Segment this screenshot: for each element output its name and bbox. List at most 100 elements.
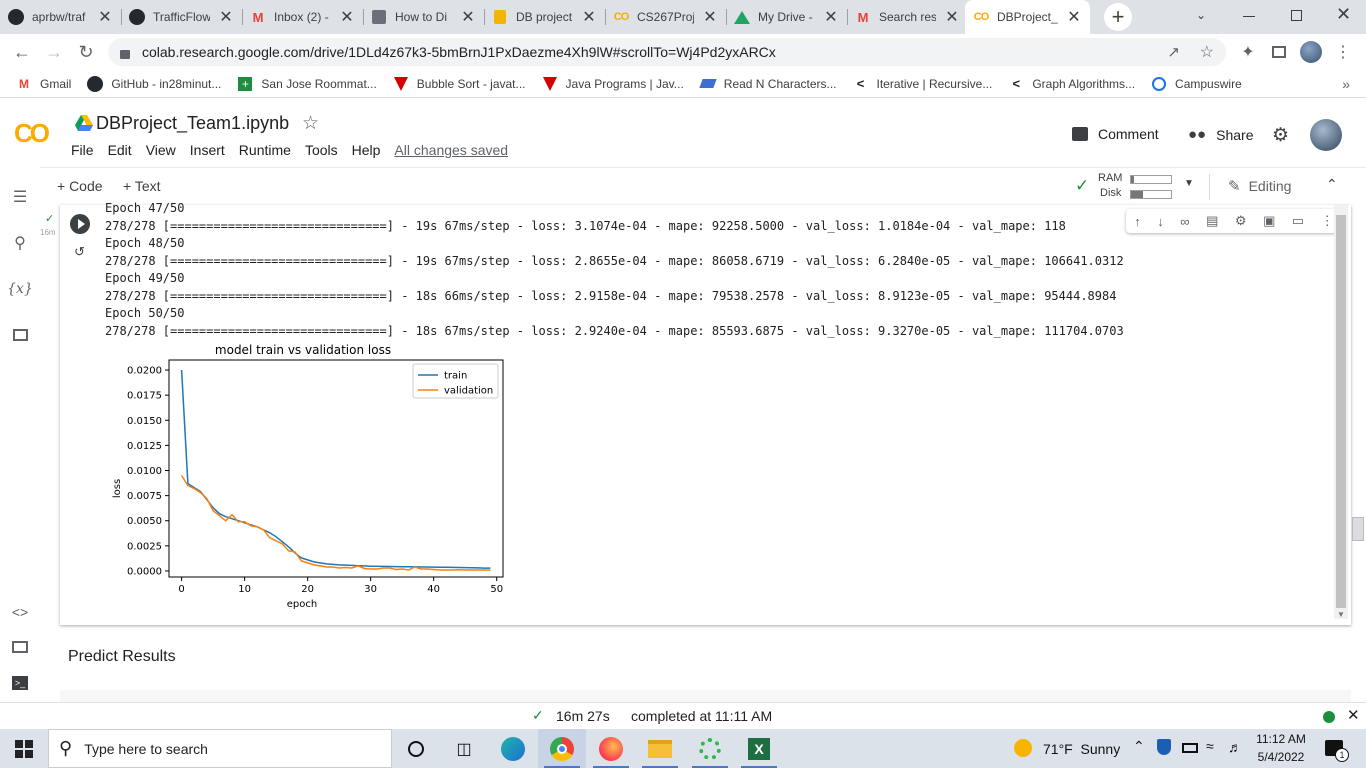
- share-page-icon[interactable]: ↗: [1167, 43, 1180, 61]
- cortana-icon[interactable]: [392, 729, 440, 768]
- side-panel-icon[interactable]: [1267, 40, 1291, 64]
- app-green-icon[interactable]: [686, 729, 734, 768]
- comment-button[interactable]: Comment: [1072, 126, 1159, 142]
- chrome-icon[interactable]: [538, 729, 586, 768]
- close-tab-icon[interactable]: ✕: [339, 7, 355, 27]
- user-avatar[interactable]: [1310, 119, 1342, 151]
- menu-edit[interactable]: Edit: [108, 142, 132, 158]
- bookmark-item[interactable]: Java Programs | Jav...: [542, 76, 684, 92]
- bookmark-item[interactable]: Read N Characters...: [699, 76, 837, 92]
- scroll-down-arrow-icon[interactable]: ▼: [1337, 610, 1345, 619]
- page-scrollbar-thumb[interactable]: [1352, 517, 1364, 541]
- browser-tab[interactable]: DB project ✕: [484, 0, 605, 34]
- move-up-icon[interactable]: ↑: [1134, 214, 1141, 229]
- search-icon[interactable]: ⚲: [10, 233, 30, 253]
- browser-tab[interactable]: TrafficFlow ✕: [121, 0, 242, 34]
- close-window-icon[interactable]: ✕: [1336, 4, 1351, 25]
- output-menu-icon[interactable]: ↺: [74, 244, 85, 260]
- move-down-icon[interactable]: ↓: [1157, 214, 1164, 229]
- star-icon[interactable]: ☆: [302, 112, 319, 135]
- browser-tab[interactable]: How to Di ✕: [363, 0, 484, 34]
- excel-icon[interactable]: X: [735, 729, 783, 768]
- toc-icon[interactable]: ☰: [10, 187, 30, 207]
- volume-icon[interactable]: ♬: [1228, 739, 1242, 755]
- close-tab-icon[interactable]: ✕: [702, 7, 718, 27]
- code-snippets-icon[interactable]: <>: [10, 602, 30, 622]
- bookmark-item[interactable]: Bubble Sort - javat...: [393, 76, 526, 92]
- cell-settings-icon[interactable]: ⚙: [1235, 213, 1247, 229]
- terminal-icon[interactable]: >_: [10, 673, 30, 693]
- menu-view[interactable]: View: [146, 142, 176, 158]
- bookmark-item[interactable]: < Iterative | Recursive...: [853, 76, 993, 92]
- browser-tab[interactable]: My Drive - ✕: [726, 0, 847, 34]
- windows-start-icon[interactable]: [0, 729, 48, 768]
- show-hidden-icons-icon[interactable]: ⌃: [1133, 738, 1145, 755]
- editing-mode-button[interactable]: ✎ Editing: [1228, 177, 1291, 195]
- colab-logo[interactable]: CO: [14, 118, 50, 149]
- variables-icon[interactable]: {x}: [7, 279, 33, 299]
- browser-tab[interactable]: M Inbox (2) - ✕: [242, 0, 363, 34]
- settings-gear-icon[interactable]: ⚙: [1272, 124, 1289, 147]
- command-palette-icon[interactable]: [10, 637, 30, 657]
- run-cell-button[interactable]: [70, 214, 90, 234]
- cell-more-icon[interactable]: ⋮: [1321, 213, 1334, 229]
- mirror-cell-icon[interactable]: ▣: [1263, 213, 1275, 229]
- wifi-icon[interactable]: ≈: [1206, 738, 1214, 754]
- notebook-title[interactable]: DBProject_Team1.ipynb: [96, 113, 289, 134]
- close-tab-icon[interactable]: ✕: [944, 7, 960, 27]
- browser-tab[interactable]: M Search resu ✕: [847, 0, 968, 34]
- next-cell[interactable]: [60, 690, 1351, 702]
- browser-menu-icon[interactable]: ⋮: [1331, 40, 1355, 64]
- bookmark-item[interactable]: GitHub - in28minut...: [87, 75, 221, 92]
- browser-tab[interactable]: aprbw/traf ✕: [0, 0, 121, 34]
- collapse-header-icon[interactable]: ⌃: [1326, 176, 1338, 193]
- tab-search-icon[interactable]: ⌄: [1196, 8, 1214, 26]
- new-tab-button[interactable]: +: [1104, 3, 1132, 31]
- files-icon[interactable]: [10, 325, 30, 345]
- firefox-icon[interactable]: [587, 729, 635, 768]
- close-tab-icon[interactable]: ✕: [1066, 7, 1082, 27]
- menu-insert[interactable]: Insert: [190, 142, 225, 158]
- reload-icon[interactable]: ↻: [74, 40, 98, 64]
- security-shield-icon[interactable]: [1157, 739, 1171, 755]
- bookmark-star-icon[interactable]: ☆: [1200, 42, 1214, 62]
- taskbar-search-box[interactable]: ⚲ Type here to search: [48, 729, 392, 768]
- extensions-icon[interactable]: ✦: [1236, 40, 1260, 64]
- menu-runtime[interactable]: Runtime: [239, 142, 291, 158]
- browser-tab[interactable]: CO DBProject_ ✕: [965, 0, 1090, 34]
- close-tab-icon[interactable]: ✕: [460, 7, 476, 27]
- share-button[interactable]: ●● Share: [1188, 126, 1253, 143]
- battery-icon[interactable]: [1182, 743, 1198, 753]
- bookmark-item[interactable]: + San Jose Roommat...: [237, 76, 377, 92]
- file-explorer-icon[interactable]: [636, 729, 684, 768]
- close-status-icon[interactable]: ✕: [1347, 706, 1360, 724]
- task-view-icon[interactable]: ◫: [440, 729, 488, 768]
- edge-icon[interactable]: [489, 729, 537, 768]
- weather-text[interactable]: 71°F Sunny: [1043, 741, 1120, 757]
- add-code-button[interactable]: + Code: [57, 178, 103, 194]
- profile-avatar[interactable]: [1299, 40, 1323, 64]
- clock-date[interactable]: 5/4/2022: [1256, 750, 1306, 764]
- menu-help[interactable]: Help: [352, 142, 381, 158]
- bookmark-item[interactable]: Campuswire: [1151, 76, 1242, 92]
- comment-cell-icon[interactable]: ▤: [1206, 213, 1218, 229]
- close-tab-icon[interactable]: ✕: [581, 7, 597, 27]
- back-icon[interactable]: ←: [10, 40, 34, 64]
- menu-file[interactable]: File: [71, 142, 94, 158]
- address-bar[interactable]: colab.research.google.com/drive/1DLd4z67…: [108, 38, 1226, 66]
- save-status[interactable]: All changes saved: [394, 142, 508, 158]
- runtime-dropdown-icon[interactable]: ▼: [1184, 178, 1194, 189]
- delete-cell-icon[interactable]: ▭: [1292, 213, 1304, 229]
- clock-time[interactable]: 11:12 AM: [1256, 732, 1306, 746]
- more-bookmarks-icon[interactable]: »: [1342, 76, 1350, 92]
- menu-tools[interactable]: Tools: [305, 142, 338, 158]
- add-text-button[interactable]: + Text: [123, 178, 161, 194]
- restore-icon[interactable]: [1291, 10, 1302, 21]
- resource-monitor[interactable]: RAM Disk ▼: [1096, 171, 1196, 201]
- link-icon[interactable]: ∞: [1180, 214, 1189, 229]
- close-tab-icon[interactable]: ✕: [97, 7, 113, 27]
- forward-icon[interactable]: →: [42, 40, 66, 64]
- bookmark-item[interactable]: < Graph Algorithms...: [1008, 76, 1136, 92]
- close-tab-icon[interactable]: ✕: [823, 7, 839, 27]
- browser-tab[interactable]: CO CS267Proj ✕: [605, 0, 726, 34]
